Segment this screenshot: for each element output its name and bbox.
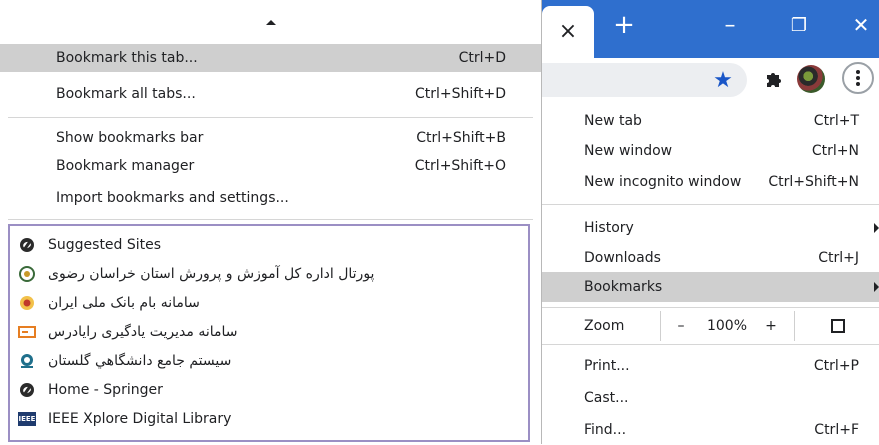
bookmarks-submenu: Bookmark this tab... Ctrl+D Bookmark all… bbox=[0, 0, 542, 444]
active-tab[interactable]: × bbox=[542, 6, 594, 58]
menu-divider bbox=[8, 117, 533, 118]
zoom-out-button[interactable]: – bbox=[660, 311, 701, 341]
scroll-up-button[interactable] bbox=[0, 0, 541, 44]
card-icon bbox=[18, 323, 36, 341]
fullscreen-icon bbox=[830, 319, 845, 333]
find-item[interactable]: Find... Ctrl+F bbox=[542, 415, 879, 445]
new-incognito-window-item[interactable]: New incognito window Ctrl+Shift+N bbox=[542, 167, 879, 197]
bookmark-item[interactable]: پورتال اداره کل آموزش و پرورش استان خراس… bbox=[10, 259, 528, 288]
submenu-arrow-icon bbox=[874, 282, 879, 292]
ieee-logo-icon: IEEE bbox=[18, 410, 36, 428]
new-tab-button[interactable]: + bbox=[606, 10, 642, 40]
show-bookmarks-bar-item[interactable]: Show bookmarks bar Ctrl+Shift+B bbox=[0, 124, 541, 152]
submenu-arrow-icon bbox=[874, 223, 879, 233]
fullscreen-button[interactable] bbox=[794, 311, 879, 341]
menu-divider bbox=[8, 219, 533, 220]
bookmark-item[interactable]: سامانه مدیریت یادگیری رایادرس bbox=[10, 317, 528, 346]
emblem-icon bbox=[18, 265, 36, 283]
bookmark-manager-item[interactable]: Bookmark manager Ctrl+Shift+O bbox=[0, 152, 541, 180]
extensions-puzzle-icon[interactable] bbox=[762, 68, 784, 90]
chrome-menu-button[interactable] bbox=[842, 62, 874, 94]
downloads-item[interactable]: Downloads Ctrl+J bbox=[542, 243, 879, 273]
bookmark-item[interactable]: سامانه بام بانک ملی ایران bbox=[10, 288, 528, 317]
zoom-in-button[interactable]: + bbox=[752, 311, 790, 341]
globe-icon bbox=[18, 236, 36, 254]
window-close-button[interactable]: ✕ bbox=[843, 10, 879, 40]
bookmark-item[interactable]: IEEE IEEE Xplore Digital Library bbox=[10, 404, 528, 433]
bookmark-item[interactable]: سیستم جامع دانشگاهي گلستان bbox=[10, 346, 528, 375]
globe-icon bbox=[18, 381, 36, 399]
menu-divider bbox=[542, 307, 879, 308]
zoom-level: 100% bbox=[706, 318, 748, 334]
university-icon bbox=[18, 352, 36, 370]
star-icon[interactable]: ★ bbox=[710, 67, 736, 93]
chevron-up-icon bbox=[265, 19, 276, 25]
bank-logo-icon bbox=[18, 294, 36, 312]
chrome-main-menu: New tab Ctrl+T New window Ctrl+N New inc… bbox=[542, 106, 879, 444]
bookmarks-item[interactable]: Bookmarks bbox=[542, 272, 879, 302]
tab-close-icon[interactable]: × bbox=[559, 21, 577, 43]
new-tab-item[interactable]: New tab Ctrl+T bbox=[542, 106, 879, 136]
bookmark-list: Suggested Sites پورتال اداره کل آموزش و … bbox=[8, 224, 530, 442]
import-bookmarks-item[interactable]: Import bookmarks and settings... bbox=[0, 184, 541, 212]
bookmark-all-tabs-item[interactable]: Bookmark all tabs... Ctrl+Shift+D bbox=[0, 80, 541, 108]
bookmark-item[interactable]: Suggested Sites bbox=[10, 230, 528, 259]
menu-divider bbox=[542, 204, 879, 205]
restore-button[interactable]: ❐ bbox=[781, 10, 817, 40]
menu-divider bbox=[542, 344, 879, 345]
zoom-row: Zoom – 100% + bbox=[542, 311, 879, 341]
cast-item[interactable]: Cast... bbox=[542, 383, 879, 413]
new-window-item[interactable]: New window Ctrl+N bbox=[542, 136, 879, 166]
minimize-button[interactable]: – bbox=[712, 10, 748, 40]
print-item[interactable]: Print... Ctrl+P bbox=[542, 351, 879, 381]
history-item[interactable]: History bbox=[542, 213, 879, 243]
bookmark-item[interactable]: Home - Springer bbox=[10, 375, 528, 404]
bookmark-this-tab-item[interactable]: Bookmark this tab... Ctrl+D bbox=[0, 44, 541, 72]
profile-avatar[interactable] bbox=[797, 65, 825, 93]
